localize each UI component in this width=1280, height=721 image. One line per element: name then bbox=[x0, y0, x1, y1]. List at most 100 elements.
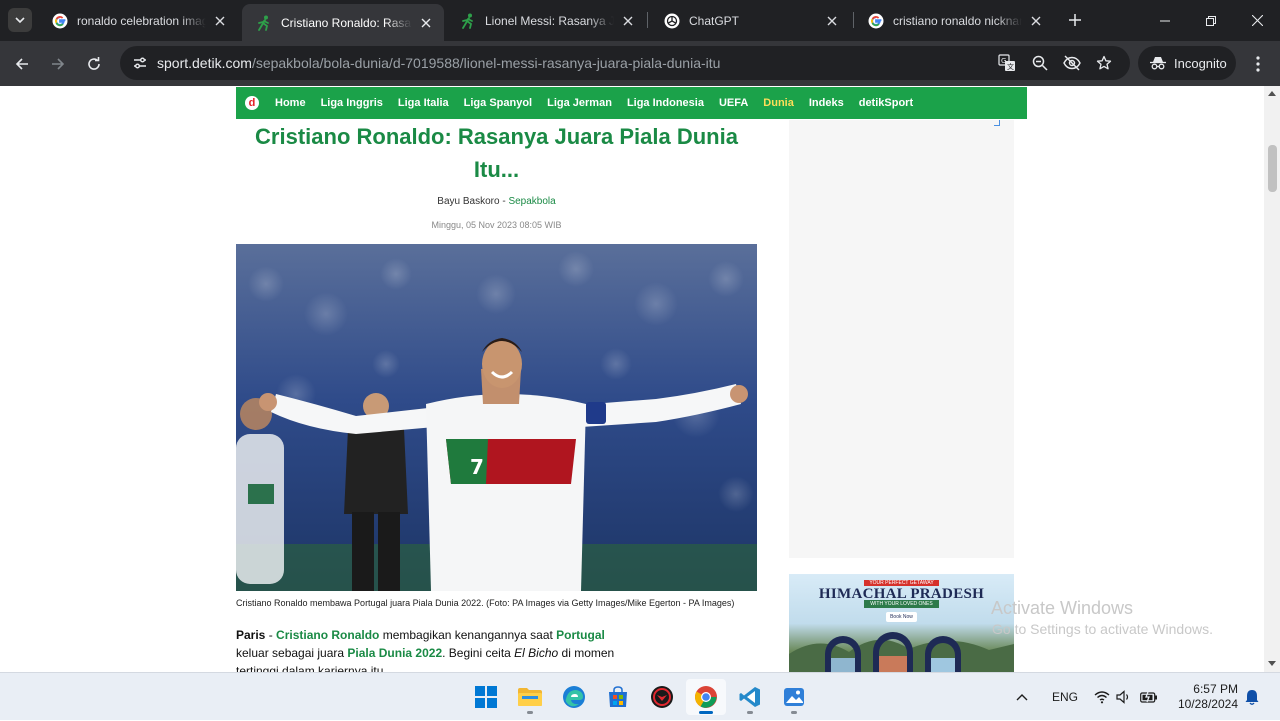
taskbar-game-app[interactable] bbox=[642, 679, 682, 715]
start-icon bbox=[475, 686, 497, 708]
store-icon bbox=[609, 686, 627, 707]
detik-logo[interactable]: d bbox=[245, 96, 259, 110]
nav-item-detiksport[interactable]: detikSport bbox=[859, 97, 913, 109]
link-cristiano-ronaldo[interactable]: Cristiano Ronaldo bbox=[276, 628, 379, 642]
url-text: sport.detik.com/sepakbola/bola-dunia/d-7… bbox=[157, 55, 720, 71]
url-path: /sepakbola/bola-dunia/d-7019588/lionel-m… bbox=[251, 55, 721, 71]
category-link[interactable]: Sepakbola bbox=[508, 196, 555, 207]
google-icon bbox=[52, 13, 68, 29]
running-indicator bbox=[791, 711, 797, 714]
taskbar-file-explorer[interactable] bbox=[510, 679, 550, 715]
nav-item-liga-spanyol[interactable]: Liga Spanyol bbox=[464, 97, 532, 109]
restore-button[interactable] bbox=[1188, 0, 1234, 41]
back-button[interactable] bbox=[8, 50, 36, 78]
link-piala-dunia-2022[interactable]: Piala Dunia 2022 bbox=[347, 646, 442, 660]
taskbar-photos[interactable] bbox=[774, 679, 814, 715]
arrow-right-icon bbox=[52, 58, 65, 70]
url-host: sport.detik.com bbox=[157, 55, 252, 71]
taskbar-store[interactable] bbox=[598, 679, 638, 715]
tab-ronaldo-celebration[interactable]: ronaldo celebration imag bbox=[38, 0, 238, 41]
reload-button[interactable] bbox=[80, 50, 108, 78]
eye-off-icon[interactable] bbox=[1060, 51, 1084, 75]
tab-search-button[interactable] bbox=[8, 8, 32, 32]
taskbar-vscode[interactable] bbox=[730, 679, 770, 715]
close-icon bbox=[1251, 15, 1263, 26]
nav-item-dunia[interactable]: Dunia bbox=[763, 97, 794, 109]
taskbar-edge[interactable] bbox=[554, 679, 594, 715]
browser-menu-button[interactable] bbox=[1246, 50, 1270, 78]
clock-time: 6:57 PM bbox=[1193, 682, 1238, 696]
article-byline: Bayu Baskoro - Sepakbola bbox=[236, 196, 757, 207]
body-text-segment: membagikan kenangannya saat bbox=[379, 628, 557, 642]
chatgpt-icon bbox=[664, 13, 680, 29]
watermark-subtitle: Go to Settings to activate Windows. bbox=[992, 621, 1213, 637]
nav-item-home[interactable]: Home bbox=[275, 97, 306, 109]
more-vertical-icon bbox=[1256, 56, 1260, 72]
zoom-icon[interactable] bbox=[1028, 51, 1052, 75]
svg-text:文: 文 bbox=[1007, 62, 1014, 71]
nav-item-liga-jerman[interactable]: Liga Jerman bbox=[547, 97, 612, 109]
ad-banner-himachal[interactable]: YOUR PERFECT GETAWAY HIMACHAL PRADESH WI… bbox=[789, 574, 1014, 672]
restore-icon bbox=[1206, 15, 1216, 26]
tab-title: Cristiano Ronaldo: Rasanya bbox=[281, 15, 412, 30]
scroll-down-arrow-icon[interactable] bbox=[1268, 661, 1276, 666]
chevron-up-icon bbox=[1016, 694, 1028, 701]
link-portugal[interactable]: Portugal bbox=[556, 628, 605, 642]
incognito-button[interactable]: Incognito bbox=[1138, 46, 1236, 80]
ad-choices-icon[interactable] bbox=[994, 120, 1000, 126]
running-indicator bbox=[747, 711, 753, 714]
edge-icon bbox=[563, 686, 585, 708]
article-headline: Cristiano Ronaldo: Rasanya Juara Piala D… bbox=[255, 124, 738, 182]
arrow-left-icon bbox=[15, 58, 28, 70]
battery-status[interactable] bbox=[1140, 673, 1158, 721]
scroll-up-arrow-icon[interactable] bbox=[1268, 91, 1276, 96]
bookmark-star-icon[interactable] bbox=[1092, 51, 1116, 75]
body-text-segment: . Begini ceita bbox=[442, 646, 515, 660]
tab-ronaldo-nickname[interactable]: cristiano ronaldo nicknam bbox=[854, 0, 1054, 41]
taskbar-chrome[interactable] bbox=[686, 679, 726, 715]
close-icon[interactable] bbox=[418, 15, 434, 31]
language-indicator[interactable]: ENG bbox=[1052, 673, 1078, 721]
close-icon[interactable] bbox=[212, 13, 228, 29]
tab-title: cristiano ronaldo nicknam bbox=[893, 13, 1022, 28]
ad-book-now-button[interactable]: Book Now bbox=[886, 612, 917, 622]
nav-item-liga-inggris[interactable]: Liga Inggris bbox=[321, 97, 383, 109]
photo-caption: Cristiano Ronaldo membawa Portugal juara… bbox=[236, 598, 735, 608]
minimize-button[interactable] bbox=[1142, 0, 1188, 41]
new-tab-button[interactable] bbox=[1064, 9, 1086, 31]
network-status[interactable] bbox=[1094, 673, 1110, 721]
plus-icon bbox=[1069, 14, 1081, 26]
nav-item-indeks[interactable]: Indeks bbox=[809, 97, 844, 109]
close-window-button[interactable] bbox=[1234, 0, 1280, 41]
page-viewport: d Home Liga Inggris Liga Italia Liga Spa… bbox=[0, 86, 1264, 672]
forward-button[interactable] bbox=[44, 50, 72, 78]
tray-overflow-button[interactable] bbox=[1016, 673, 1028, 721]
system-clock[interactable]: 6:57 PM 10/28/2024 bbox=[1168, 682, 1238, 712]
article-photo: 7 bbox=[236, 244, 757, 591]
scrollbar-thumb[interactable] bbox=[1268, 145, 1277, 192]
nav-item-uefa[interactable]: UEFA bbox=[719, 97, 748, 109]
nav-item-liga-italia[interactable]: Liga Italia bbox=[398, 97, 449, 109]
photos-icon bbox=[784, 688, 804, 706]
volume-status[interactable] bbox=[1116, 673, 1132, 721]
ad-slot-top[interactable] bbox=[789, 120, 1014, 558]
close-icon[interactable] bbox=[824, 13, 840, 29]
battery-icon bbox=[1140, 691, 1157, 703]
tab-chatgpt[interactable]: ChatGPT bbox=[650, 0, 850, 41]
close-icon[interactable] bbox=[620, 13, 636, 29]
google-icon bbox=[868, 13, 884, 29]
nav-item-liga-indonesia[interactable]: Liga Indonesia bbox=[627, 97, 704, 109]
site-settings-icon[interactable] bbox=[128, 51, 152, 75]
chrome-icon bbox=[695, 686, 717, 708]
notifications-button[interactable] bbox=[1245, 673, 1259, 721]
tab-cristiano-ronaldo[interactable]: Cristiano Ronaldo: Rasanya bbox=[242, 4, 444, 41]
address-bar[interactable]: sport.detik.com/sepakbola/bola-dunia/d-7… bbox=[120, 46, 1130, 80]
tab-lionel-messi[interactable]: Lionel Messi: Rasanya Jua bbox=[446, 0, 646, 41]
tab-title: ChatGPT bbox=[689, 13, 740, 28]
start-button[interactable] bbox=[466, 679, 506, 715]
page-scrollbar[interactable] bbox=[1264, 86, 1280, 672]
incognito-icon bbox=[1150, 56, 1166, 70]
close-icon[interactable] bbox=[1028, 13, 1044, 29]
tab-separator bbox=[647, 12, 648, 28]
translate-icon[interactable]: G文 bbox=[995, 51, 1019, 75]
